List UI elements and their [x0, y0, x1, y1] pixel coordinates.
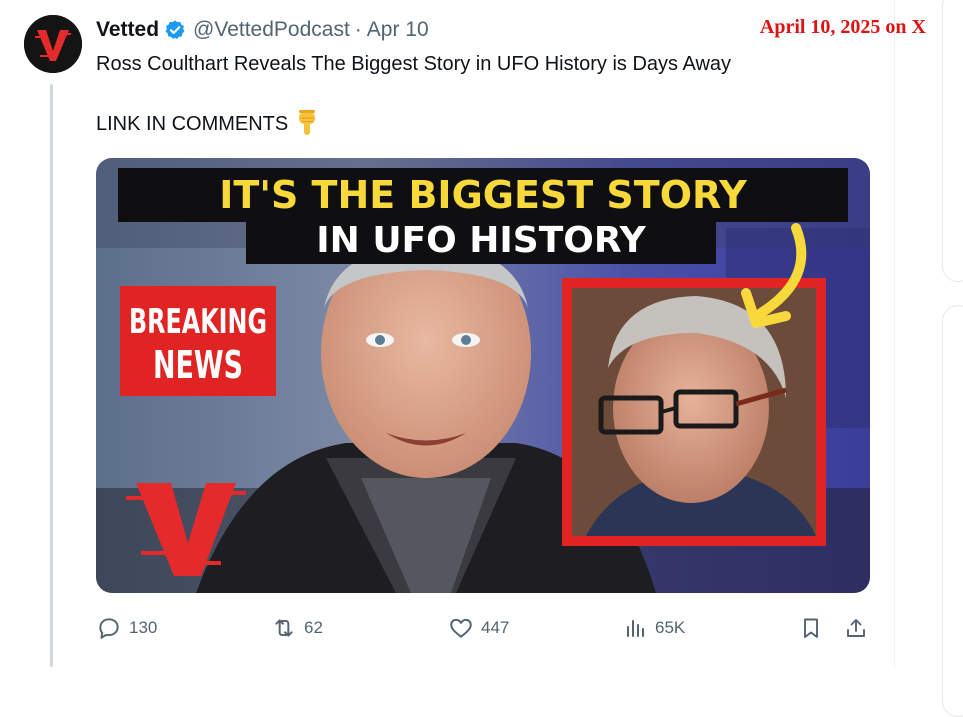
bookmark-icon [804, 618, 818, 638]
tweet-date[interactable]: Apr 10 [367, 18, 429, 42]
badge-line1: BREAKING [129, 302, 267, 342]
views-button[interactable]: 65K [624, 612, 685, 644]
repost-icon [275, 619, 293, 637]
tweet-link-line: LINK IN COMMENTS [96, 110, 320, 138]
tweet-text: Ross Coulthart Reveals The Biggest Story… [96, 53, 732, 75]
avatar[interactable] [24, 15, 82, 73]
repost-button[interactable]: 62 [271, 612, 323, 644]
author-name[interactable]: Vetted [96, 18, 159, 42]
reply-count: 130 [129, 618, 158, 637]
pointing-down-hand-icon [296, 110, 320, 138]
like-count: 447 [481, 618, 510, 637]
timeline-divider [894, 0, 895, 668]
share-button[interactable] [844, 612, 868, 644]
views-chart-icon [627, 620, 644, 637]
vetted-logo-icon [24, 15, 82, 73]
share-icon [847, 619, 865, 637]
action-bar: 130 62 447 65K [96, 612, 876, 644]
tweet-header: Vetted @VettedPodcast · Apr 10 [96, 16, 429, 44]
repost-count: 62 [304, 618, 323, 637]
sidebar-card-edge [942, 305, 963, 717]
link-in-comments-text: LINK IN COMMENTS [96, 113, 289, 135]
like-button[interactable]: 447 [448, 612, 509, 644]
headline-line2: IN UFO HISTORY [316, 220, 646, 261]
separator-dot: · [354, 18, 362, 41]
date-watermark: April 10, 2025 on X [759, 16, 926, 38]
video-thumbnail[interactable]: IT'S THE BIGGEST STORY IN UFO HISTORY BR… [96, 158, 870, 593]
author-handle[interactable]: @VettedPodcast [193, 18, 350, 42]
thread-line [50, 84, 53, 667]
headline-line1: IT'S THE BIGGEST STORY [219, 173, 747, 217]
reply-button[interactable]: 130 [96, 612, 157, 644]
views-count: 65K [655, 618, 686, 637]
verified-badge-icon [164, 19, 186, 41]
heart-icon [450, 618, 472, 638]
bookmark-button[interactable] [799, 612, 823, 644]
reply-icon [99, 618, 119, 639]
sidebar-card-edge [942, 0, 963, 282]
badge-line2: NEWS [153, 343, 243, 387]
